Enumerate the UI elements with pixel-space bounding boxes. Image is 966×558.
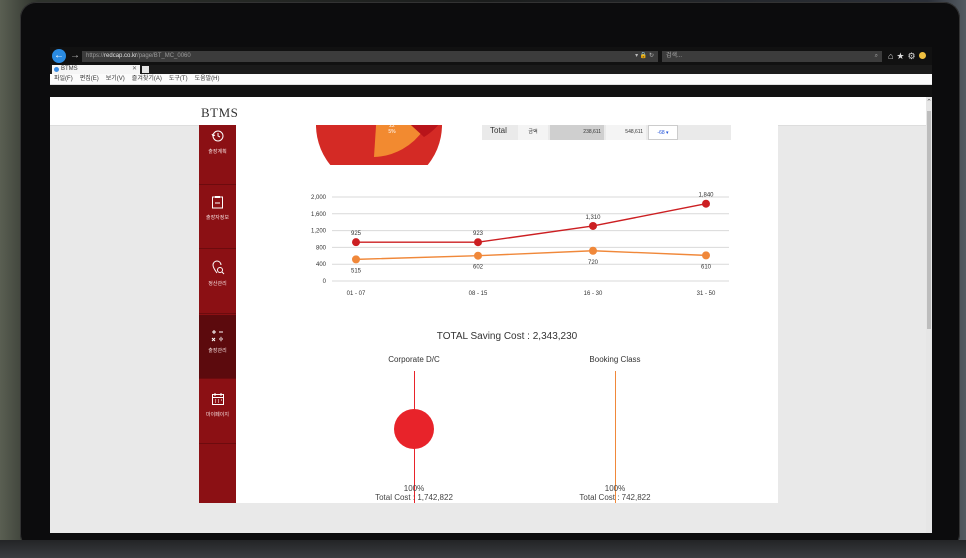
page-scrollbar[interactable]: ⌃ [926, 97, 932, 533]
sidebar-item-plan[interactable]: 출장계획 [199, 121, 236, 185]
address-scheme: https:// [86, 53, 105, 59]
browser-chrome: ← → https://redcap.co.kr/page/BT_MC_0060… [50, 47, 932, 97]
web-page: BTMS ⌃ 출장계획 출장자정보 정산관리 출장관리 마이페이지 22 5% … [50, 97, 932, 533]
sidebar-empty-slot [199, 445, 236, 503]
calculator-icon [211, 330, 223, 342]
corporate-dc-title: Corporate D/C [388, 355, 440, 364]
new-tab-button[interactable] [142, 66, 149, 73]
browser-search-input[interactable]: 검색... ⌕ [662, 51, 882, 62]
y-tick-label: 1,600 [311, 212, 327, 218]
address-domain: redcap.co.kr [104, 53, 138, 59]
data-point [702, 199, 710, 208]
total-value-2: 548,611 [606, 125, 646, 140]
corporate-dc-cost: Total Cost : 1,742,822 [375, 493, 453, 502]
back-button[interactable]: ← [52, 49, 66, 63]
data-label: 923 [473, 231, 484, 237]
total-value-1: 238,611 [550, 125, 604, 140]
desk-surface [0, 540, 966, 558]
ie-icon [54, 67, 59, 72]
corporate-dc-bubble [394, 409, 434, 449]
menu-bar: 파일(F) 편집(E) 보기(V) 즐겨찾기(A) 도구(T) 도움말(H) [50, 74, 932, 85]
sidebar-item-label: 출장관리 [208, 348, 227, 354]
dashboard-content: 22 5% Total 금액 238,611 548,611 -68 ▾ 2,0… [236, 125, 778, 503]
data-label: 515 [351, 268, 362, 274]
saving-cost-title: TOTAL Saving Cost : 2,343,230 [436, 331, 578, 342]
data-point [589, 246, 597, 255]
forward-button[interactable]: → [70, 50, 80, 62]
menu-file[interactable]: 파일(F) [54, 76, 73, 82]
data-point [352, 255, 360, 264]
search-icon[interactable]: ⌕ [875, 51, 878, 62]
sidebar-item-traveler[interactable]: 출장자정보 [199, 185, 236, 249]
sidebar-item-travel-manage[interactable]: 출장관리 [199, 315, 236, 379]
location-search-icon [211, 260, 224, 275]
clipboard-icon [212, 196, 223, 209]
total-summary-table: Total 금액 238,611 548,611 -68 ▾ [482, 125, 731, 140]
feedback-smiley-icon[interactable] [918, 52, 926, 59]
total-row-label: Total [490, 126, 507, 135]
booking-class-title: Booking Class [589, 355, 641, 364]
series-line [355, 250, 707, 261]
pie-chart: 22 5% [316, 125, 442, 165]
menu-favorites[interactable]: 즐겨찾기(A) [132, 76, 162, 82]
x-tick-label: 08 - 15 [469, 291, 488, 297]
data-label: 1,310 [585, 215, 601, 221]
menu-tools[interactable]: 도구(T) [169, 76, 188, 82]
data-point [474, 251, 482, 260]
sidebar: 출장계획 출장자정보 정산관리 출장관리 마이페이지 [199, 125, 236, 503]
data-point [474, 238, 482, 247]
y-tick-label: 800 [316, 245, 327, 251]
sidebar-item-settlement[interactable]: 정산관리 [199, 250, 236, 314]
address-bar[interactable]: https://redcap.co.kr/page/BT_MC_0060 ▾ 🔒… [82, 51, 658, 62]
x-tick-label: 16 - 30 [584, 291, 603, 297]
scroll-up-icon[interactable]: ⌃ [926, 99, 932, 107]
data-point [702, 251, 710, 260]
address-path: /page/BT_MC_0060 [137, 53, 191, 59]
series-line [355, 203, 707, 243]
y-tick-label: 2,000 [311, 195, 327, 201]
data-point [352, 238, 360, 247]
toolbar-icons[interactable]: ⌂★⚙ [888, 50, 926, 62]
calendar-icon [211, 393, 224, 405]
x-tick-label: 01 - 07 [347, 291, 366, 297]
home-star-gear-icons[interactable]: ⌂★⚙ [888, 51, 919, 61]
y-tick-label: 0 [323, 279, 327, 285]
y-tick-label: 1,200 [311, 229, 327, 235]
data-label: 925 [351, 231, 362, 237]
pie-slice-label-2: 5% [388, 129, 396, 135]
address-bar-icons[interactable]: ▾ 🔒 ↻ [635, 51, 654, 62]
sidebar-item-label: 출장자정보 [205, 215, 229, 221]
booking-class-cost: Total Cost : 742,822 [579, 493, 651, 502]
total-sub-label: 금액 [518, 125, 548, 140]
line-chart: 2,000 1,600 1,200 800 400 0 01 - 07 08 - 15 16 … [311, 193, 729, 297]
menu-view[interactable]: 보기(V) [106, 76, 125, 82]
data-label: 720 [588, 260, 599, 266]
corporate-dc-percent: 100% [403, 484, 425, 493]
tab-title: BTMS [61, 66, 78, 72]
menu-help[interactable]: 도움말(H) [195, 76, 220, 82]
data-label: 602 [473, 265, 484, 271]
total-select[interactable]: -68 ▾ [648, 125, 678, 140]
tab-bar: BTMS ✕ [50, 65, 932, 74]
data-label: 1,840 [698, 193, 714, 199]
logo[interactable]: BTMS [201, 105, 238, 121]
page-header: BTMS [50, 97, 926, 126]
y-tick-label: 400 [316, 262, 327, 268]
booking-class-percent: 100% [604, 484, 626, 493]
sidebar-item-mypage[interactable]: 마이페이지 [199, 380, 236, 444]
tab-btms[interactable]: BTMS ✕ [52, 65, 140, 74]
scroll-thumb[interactable] [927, 111, 931, 329]
sidebar-item-label: 마이페이지 [205, 412, 229, 418]
menu-edit[interactable]: 편집(E) [80, 76, 99, 82]
close-tab-icon[interactable]: ✕ [132, 65, 137, 74]
sidebar-item-label: 출장계획 [208, 149, 227, 155]
data-label: 610 [701, 264, 712, 270]
x-tick-label: 31 - 50 [697, 291, 716, 297]
search-placeholder: 검색... [666, 53, 683, 59]
history-icon [211, 130, 223, 142]
data-point [589, 221, 597, 230]
laptop-screen: ← → https://redcap.co.kr/page/BT_MC_0060… [50, 47, 932, 533]
sidebar-item-label: 정산관리 [208, 281, 227, 287]
